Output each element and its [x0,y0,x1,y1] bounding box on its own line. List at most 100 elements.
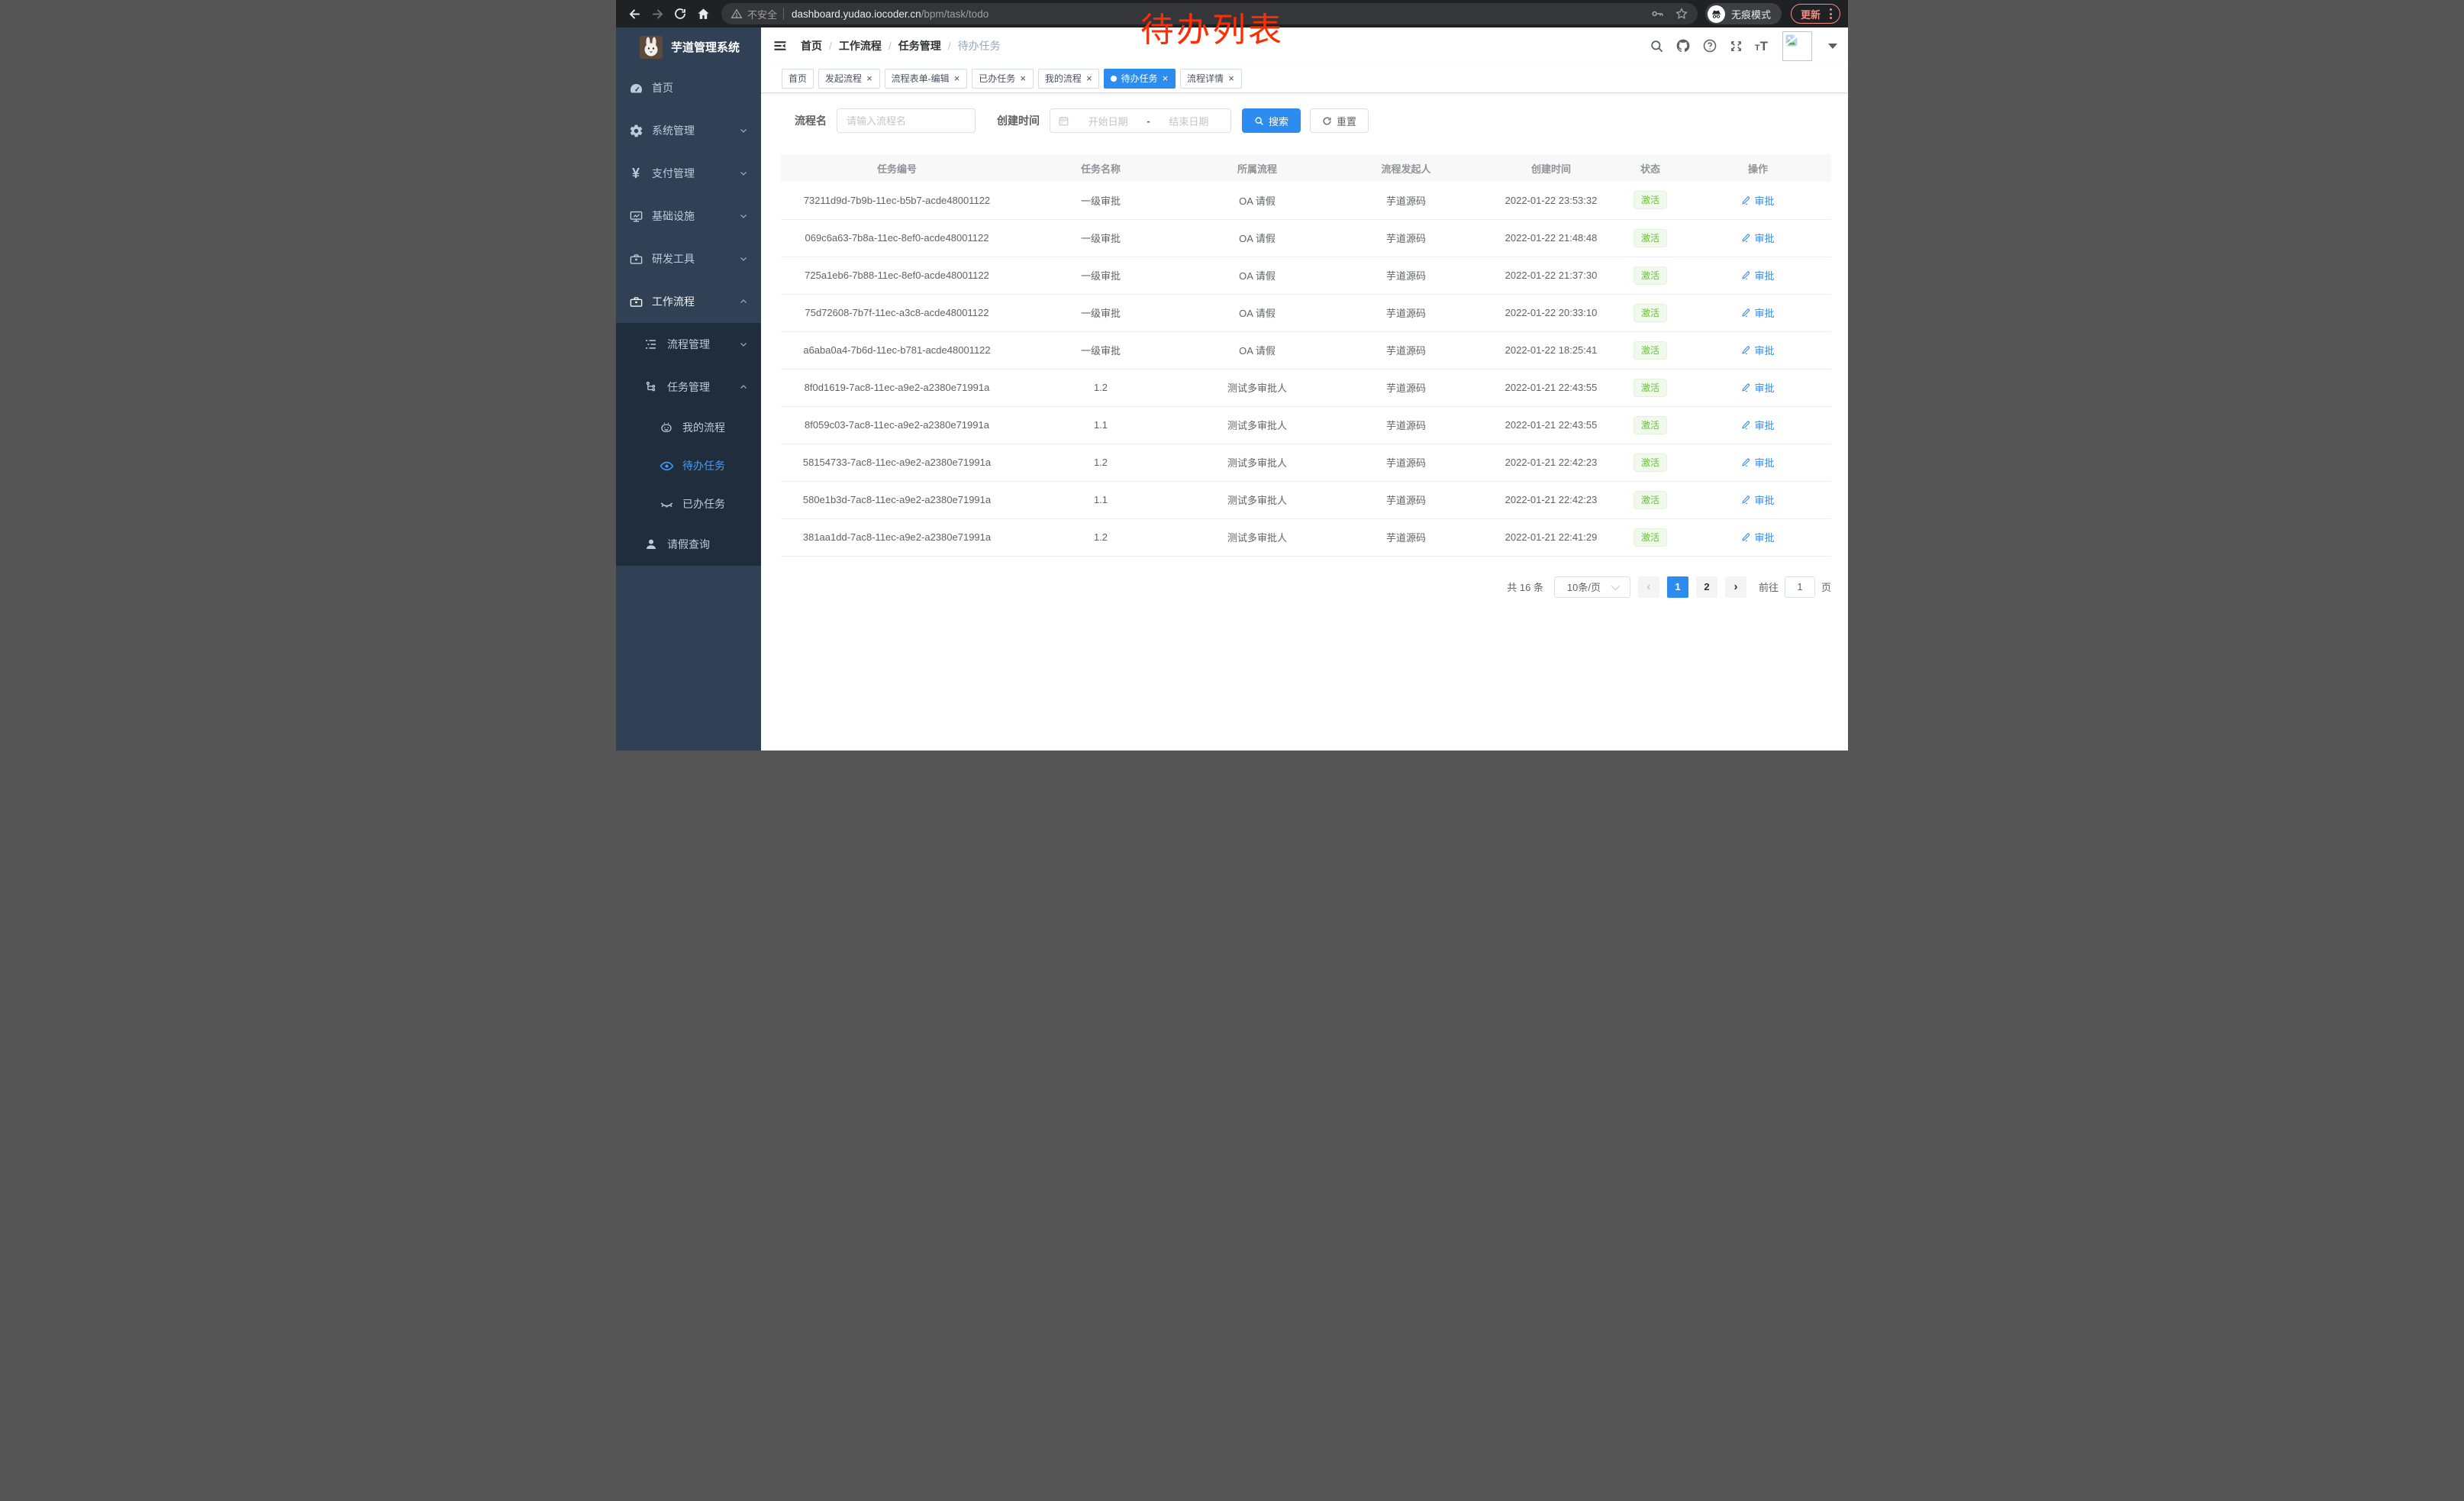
close-icon[interactable]: × [1227,73,1235,83]
tab[interactable]: 流程表单-编辑 × [885,69,968,89]
status-badge: 激活 [1634,229,1667,247]
starter-cell: 芋道源码 [1326,406,1486,444]
table-row: 580e1b3d-7ac8-11ec-a9e2-a2380e71991a 1.1… [781,481,1831,518]
security-label[interactable]: 不安全 [747,7,777,21]
browser-update-button[interactable]: 更新 [1791,4,1840,24]
status-badge: 激活 [1634,379,1667,397]
sidebar-item-payment[interactable]: ¥ 支付管理 [616,152,761,195]
approve-link[interactable]: 审批 [1741,193,1774,208]
tab[interactable]: 首页 [782,69,814,89]
approve-link[interactable]: 审批 [1741,492,1774,507]
process-cell: 测试多审批人 [1188,369,1326,406]
chevron-down-icon [739,126,748,135]
sidebar-item-workflow[interactable]: 工作流程 [616,280,761,323]
workflow-submenu: 流程管理 任务管理 [616,323,761,566]
close-icon[interactable]: × [1161,73,1169,83]
end-date-placeholder[interactable]: 结束日期 [1155,114,1223,128]
sidebar-item-task-management[interactable]: 任务管理 [616,366,761,408]
page-button-1[interactable]: 1 [1667,576,1688,598]
goto-label: 前往 [1759,579,1779,594]
github-icon[interactable] [1675,38,1691,53]
status-badge: 激活 [1634,266,1667,285]
avatar[interactable] [1782,31,1812,61]
prev-page-button[interactable]: ‹ [1638,576,1659,598]
sidebar-item-todo-tasks[interactable]: 待办任务 [616,447,761,485]
avatar-dropdown-caret-icon[interactable] [1828,44,1837,49]
password-key-icon[interactable] [1650,7,1664,21]
sidebar-item-home[interactable]: 首页 [616,66,761,109]
help-icon[interactable] [1702,38,1717,53]
start-date-placeholder[interactable]: 开始日期 [1074,114,1142,128]
browser-forward-icon[interactable] [647,3,668,24]
process-name-label: 流程名 [795,113,827,128]
page-header: 首页 / 工作流程 / 任务管理 / 待办任务 [761,27,1848,64]
bookmark-star-icon[interactable] [1675,7,1688,21]
sidebar-item-process-management[interactable]: 流程管理 [616,323,761,366]
task-id-cell: 58154733-7ac8-11ec-a9e2-a2380e71991a [781,444,1013,481]
sidebar-collapse-icon[interactable] [772,37,789,54]
sidebar-item-dev-tools[interactable]: 研发工具 [616,237,761,280]
approve-link[interactable]: 审批 [1741,418,1774,432]
toolbox-icon [628,252,643,266]
breadcrumb-task-management[interactable]: 任务管理 [898,38,941,53]
close-icon[interactable]: × [953,73,961,83]
chevron-up-icon [739,383,748,392]
page-size-select[interactable]: 10条/页 [1554,576,1630,598]
tab[interactable]: 待办任务 × [1104,69,1176,89]
close-icon[interactable]: × [1085,73,1093,83]
sidebar-item-done-tasks[interactable]: 已办任务 [616,485,761,523]
app-logo[interactable]: 芋道管理系统 [616,27,761,66]
tab[interactable]: 发起流程 × [818,69,880,89]
starter-cell: 芋道源码 [1326,481,1486,518]
approve-link[interactable]: 审批 [1741,380,1774,395]
browser-reload-icon[interactable] [669,3,691,24]
col-actions: 操作 [1685,154,1831,182]
task-name-cell: 一级审批 [1013,219,1188,257]
breadcrumb: 首页 / 工作流程 / 任务管理 / 待办任务 [801,38,1001,53]
page-url[interactable]: dashboard.yudao.iocoder.cn/bpm/task/todo [792,8,989,20]
browser-menu-icon[interactable] [1827,8,1834,19]
breadcrumb-home[interactable]: 首页 [801,38,822,53]
app-title: 芋道管理系统 [671,39,740,55]
sidebar-item-system[interactable]: 系统管理 [616,109,761,152]
address-bar[interactable]: 不安全 dashboard.yudao.iocoder.cn/bpm/task/… [721,3,1698,24]
process-name-input[interactable] [837,108,976,133]
sidebar-item-leave-query[interactable]: 请假查询 [616,523,761,566]
page-button-2[interactable]: 2 [1696,576,1717,598]
process-cell: OA 请假 [1188,294,1326,331]
process-cell: OA 请假 [1188,219,1326,257]
col-starter: 流程发起人 [1326,154,1486,182]
font-size-icon[interactable]: TT [1755,40,1768,53]
chevron-down-icon [739,254,748,263]
approve-link[interactable]: 审批 [1741,231,1774,245]
divider [783,8,784,20]
tab[interactable]: 流程详情 × [1180,69,1242,89]
approve-link[interactable]: 审批 [1741,305,1774,320]
browser-back-icon[interactable] [624,3,645,24]
approve-link[interactable]: 审批 [1741,343,1774,357]
search-icon[interactable] [1650,39,1664,53]
tab[interactable]: 已办任务 × [972,69,1034,89]
fullscreen-icon[interactable] [1729,39,1743,53]
date-range-input[interactable]: 开始日期 - 结束日期 [1050,108,1231,133]
close-icon[interactable]: × [866,73,873,83]
breadcrumb-workflow[interactable]: 工作流程 [839,38,882,53]
table-row: 73211d9d-7b9b-11ec-b5b7-acde48001122 一级审… [781,182,1831,219]
approve-link[interactable]: 审批 [1741,455,1774,470]
sidebar-item-my-process[interactable]: 我的流程 [616,408,761,447]
search-button[interactable]: 搜索 [1242,108,1301,133]
browser-home-icon[interactable] [692,3,714,24]
close-icon[interactable]: × [1019,73,1027,83]
starter-cell: 芋道源码 [1326,182,1486,219]
tab[interactable]: 我的流程 × [1038,69,1100,89]
process-cell: OA 请假 [1188,257,1326,294]
reset-button[interactable]: 重置 [1310,108,1369,133]
approve-link[interactable]: 审批 [1741,268,1774,282]
table-row: a6aba0a4-7b6d-11ec-b781-acde48001122 一级审… [781,331,1831,369]
next-page-button[interactable]: › [1725,576,1746,598]
eye-closed-icon [659,497,674,512]
approve-link[interactable]: 审批 [1741,530,1774,544]
create-time-cell: 2022-01-22 23:53:32 [1486,182,1616,219]
sidebar-item-infrastructure[interactable]: 基础设施 [616,195,761,237]
goto-page-input[interactable] [1785,576,1815,598]
